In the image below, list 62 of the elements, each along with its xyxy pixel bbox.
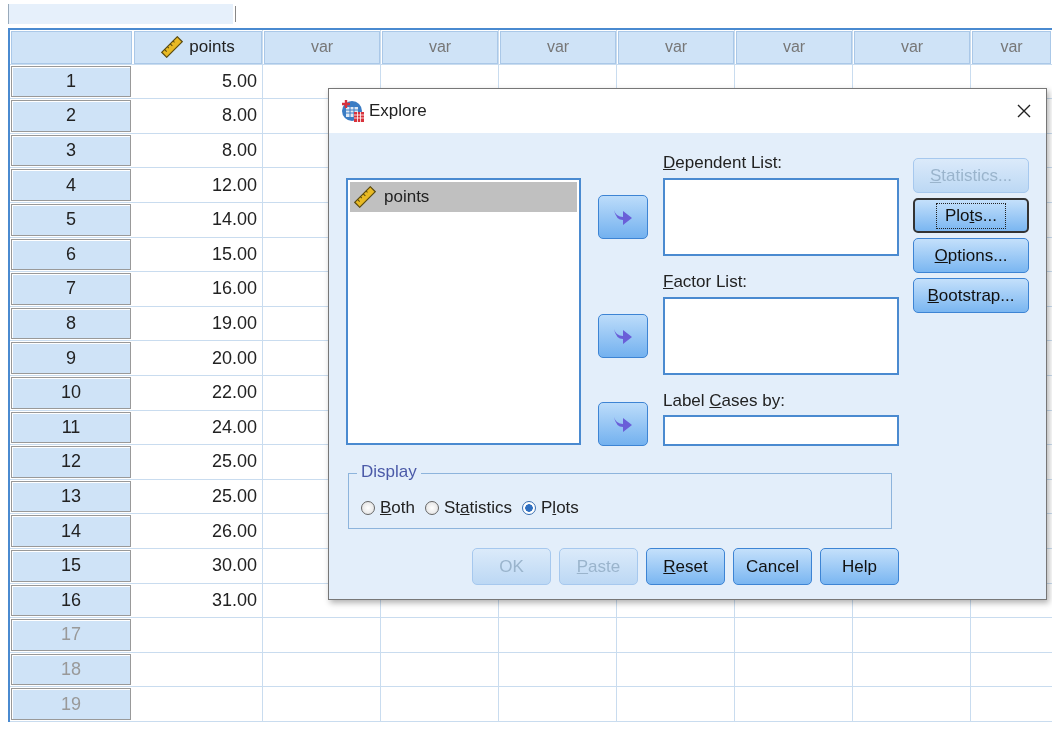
variable-list-box[interactable] — [663, 178, 899, 256]
table-cell-text: 30.00 — [210, 554, 258, 578]
dialog-button[interactable]: Help — [820, 548, 899, 585]
table-cell-text: 22.00 — [210, 381, 258, 405]
move-button[interactable] — [598, 402, 648, 446]
table-cell-text: 12.00 — [210, 173, 258, 197]
column-header[interactable]: points — [134, 31, 262, 64]
table-cell-text: 26.00 — [210, 519, 258, 543]
row-header[interactable]: 5 — [11, 203, 131, 236]
move-button[interactable] — [598, 314, 648, 358]
list-label: Factor List: — [663, 272, 748, 292]
dialog-button[interactable]: Options... — [913, 238, 1029, 273]
dialog-button[interactable]: Cancel — [733, 548, 812, 585]
table-cell-text: 20.00 — [210, 346, 258, 370]
row-header[interactable]: 1 — [11, 65, 131, 98]
row-header[interactable]: 4 — [11, 169, 131, 201]
row-header[interactable]: 7 — [11, 273, 131, 305]
dialog-button[interactable]: Bootstrap... — [913, 278, 1029, 313]
row-header[interactable]: 11 — [11, 411, 131, 444]
variable-list[interactable]: points — [346, 178, 581, 445]
table-cell-text: 14.00 — [210, 208, 258, 232]
cell-value-field[interactable] — [8, 4, 233, 24]
list-label: Label Cases by: — [663, 391, 785, 411]
row-header[interactable]: 10 — [11, 376, 131, 409]
dialog-button[interactable]: Reset — [646, 548, 725, 585]
row-header[interactable]: 15 — [11, 549, 131, 582]
label-field[interactable] — [663, 415, 899, 446]
table-cell-text: 15.00 — [210, 242, 258, 266]
radio-button[interactable] — [425, 501, 439, 515]
radio-label[interactable]: Both — [380, 498, 415, 518]
list-label: Dependent List: — [663, 153, 783, 173]
group-legend: Display — [357, 462, 421, 482]
table-cell-text: 24.00 — [210, 415, 258, 439]
table-cell-text: 25.00 — [210, 485, 258, 508]
table-cell-text: 8.00 — [220, 139, 258, 163]
app-icon — [341, 99, 365, 123]
table-cell-text: 16.00 — [210, 277, 258, 301]
dialog-title: Explore — [369, 101, 428, 121]
variable-list-box[interactable] — [663, 297, 899, 375]
table-cell-text: 5.00 — [220, 69, 258, 93]
row-header[interactable]: 8 — [11, 307, 131, 340]
table-cell-text: 19.00 — [210, 312, 258, 336]
variable-item[interactable]: points — [350, 182, 577, 212]
row-header[interactable]: 9 — [11, 342, 131, 374]
table-cell-text: 25.00 — [210, 450, 258, 474]
radio-label[interactable]: Statistics — [444, 498, 512, 518]
radio-label[interactable]: Plots — [541, 498, 579, 518]
radio-button[interactable] — [361, 501, 375, 515]
row-header[interactable]: 13 — [11, 480, 131, 513]
dialog-button[interactable]: Plots... — [913, 198, 1029, 233]
row-header[interactable]: 6 — [11, 238, 131, 271]
row-header[interactable]: 3 — [11, 134, 131, 167]
row-header[interactable]: 2 — [11, 100, 131, 132]
table-cell-text: 31.00 — [210, 588, 258, 612]
row-header[interactable]: 16 — [11, 584, 131, 617]
close-icon[interactable] — [1016, 103, 1032, 119]
table-cell-text: 8.00 — [220, 104, 258, 128]
move-button[interactable] — [598, 195, 648, 239]
row-header[interactable]: 12 — [11, 446, 131, 478]
radio-button[interactable] — [522, 501, 536, 515]
row-header[interactable]: 14 — [11, 515, 131, 547]
column-header[interactable]: var — [972, 31, 1051, 64]
